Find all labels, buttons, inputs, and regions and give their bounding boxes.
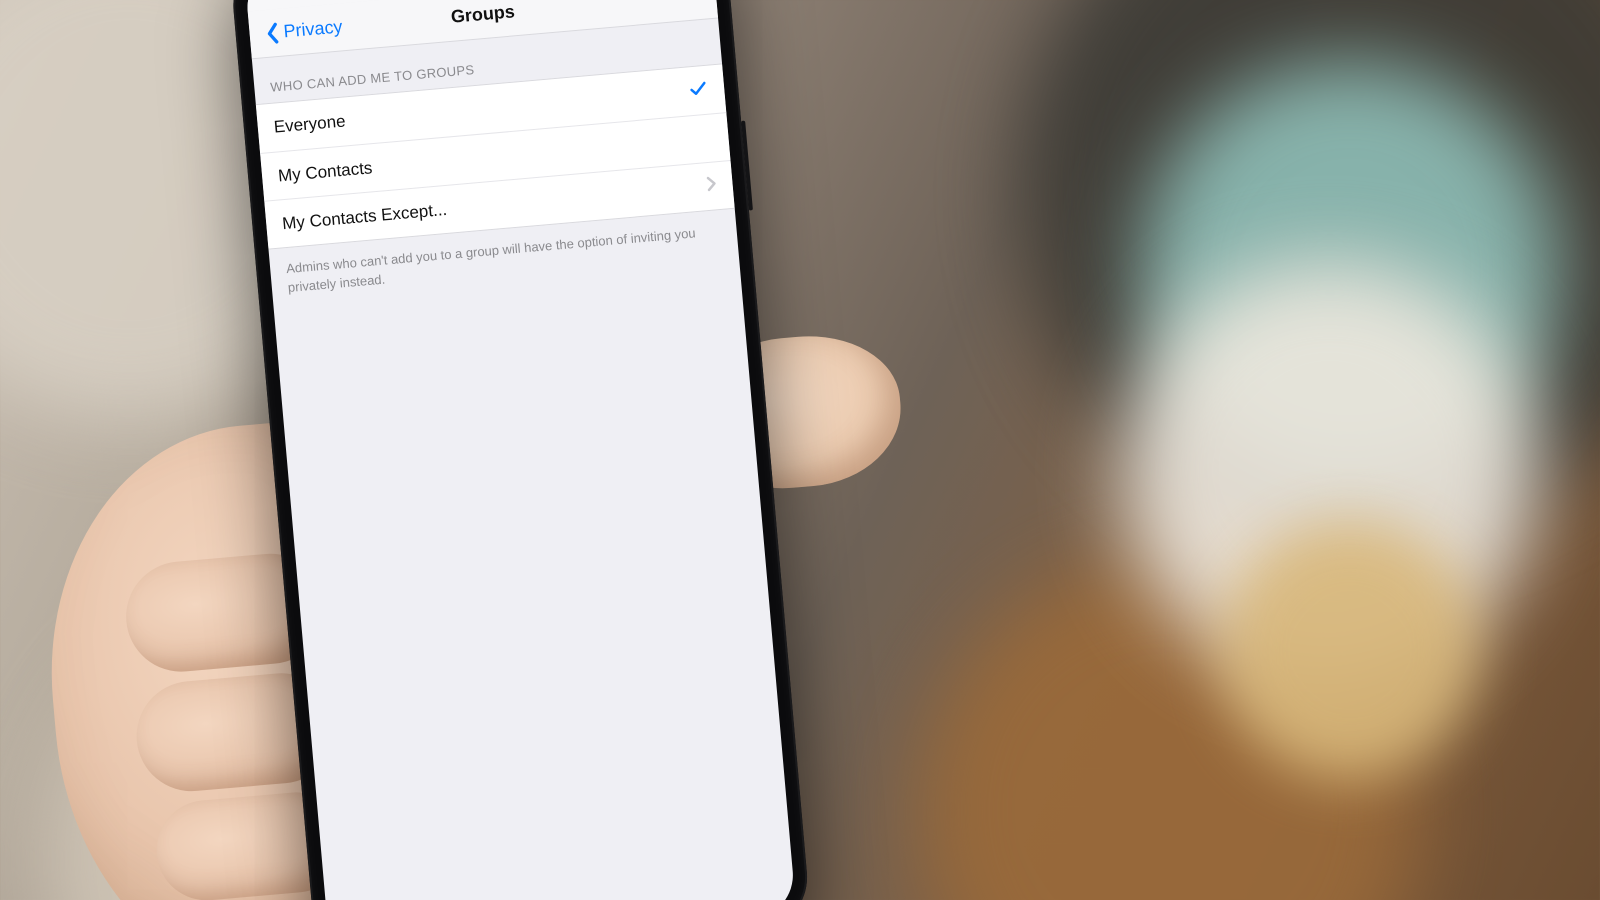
photo-stage: 14:53 Privacy bbox=[109, 0, 971, 900]
back-button[interactable]: Privacy bbox=[258, 3, 351, 58]
chevron-right-icon bbox=[706, 175, 718, 197]
phone-frame: 14:53 Privacy bbox=[229, 0, 812, 900]
back-label: Privacy bbox=[283, 16, 344, 42]
option-label: Everyone bbox=[273, 111, 346, 137]
option-label: My Contacts Except... bbox=[281, 199, 447, 233]
option-label: My Contacts bbox=[277, 158, 373, 186]
chevron-left-icon bbox=[265, 21, 281, 44]
page-title: Groups bbox=[450, 1, 516, 27]
phone-screen: 14:53 Privacy bbox=[244, 0, 797, 900]
checkmark-icon bbox=[687, 77, 709, 104]
